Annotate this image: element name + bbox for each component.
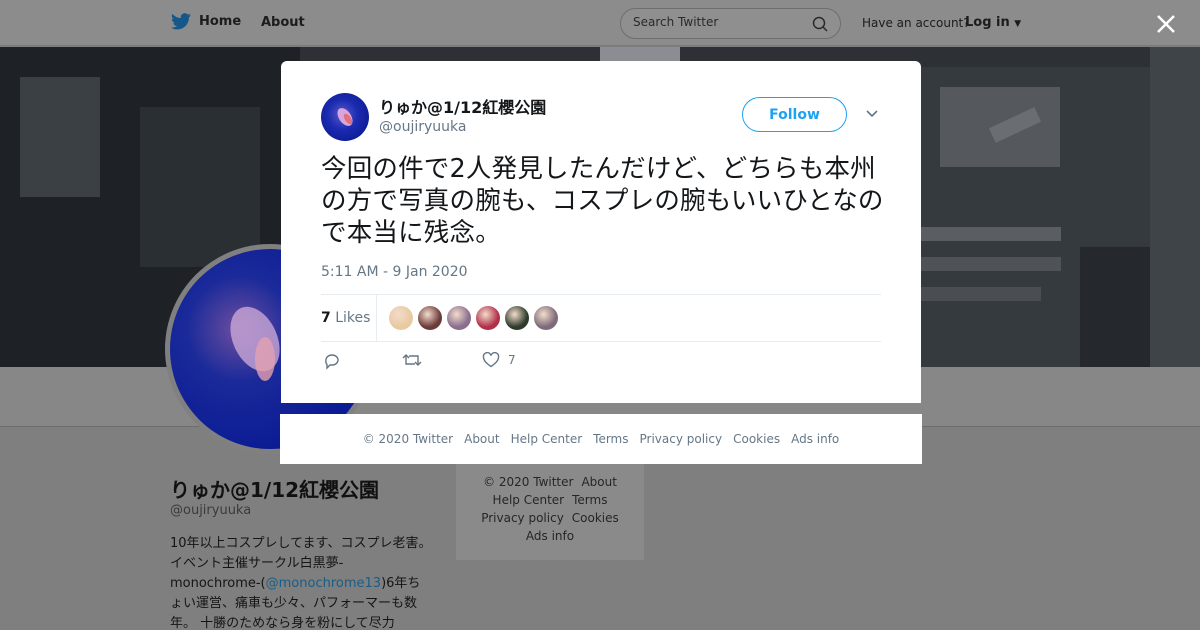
nav-home[interactable]: Home bbox=[171, 13, 241, 30]
footer-ads-link[interactable]: Ads info bbox=[791, 432, 839, 446]
likes-label: Likes bbox=[335, 310, 371, 326]
retweet-action[interactable] bbox=[402, 352, 422, 368]
liker-avatar[interactable] bbox=[534, 306, 558, 330]
likes-stat[interactable]: 7 Likes bbox=[321, 310, 370, 326]
footer-about-link[interactable]: About bbox=[464, 432, 499, 446]
likes-count: 7 bbox=[321, 310, 331, 326]
liker-avatar[interactable] bbox=[476, 306, 500, 330]
divider bbox=[321, 341, 881, 342]
like-action-count: 7 bbox=[508, 353, 516, 367]
footer-terms-link[interactable]: Terms bbox=[593, 432, 628, 446]
divider bbox=[321, 294, 881, 295]
bio-mention-link[interactable]: @monochrome13 bbox=[266, 576, 381, 591]
profile-handle: @oujiryuuka bbox=[170, 503, 252, 518]
account-prompt: Have an account? bbox=[862, 16, 970, 30]
sidebar-footer-privacy[interactable]: Privacy policy bbox=[481, 511, 564, 525]
sidebar-footer-cookies[interactable]: Cookies bbox=[572, 511, 619, 525]
liker-avatar[interactable] bbox=[447, 306, 471, 330]
top-navigation-bar: Home About Have an account? Log in ▼ bbox=[0, 0, 1200, 46]
login-label: Log in bbox=[965, 15, 1010, 30]
retweet-icon bbox=[402, 354, 422, 366]
profile-name: りゅか@1/12紅櫻公園 bbox=[170, 478, 380, 502]
nav-about[interactable]: About bbox=[261, 15, 305, 30]
chevron-down-icon: ▼ bbox=[1014, 19, 1022, 29]
sidebar-footer: © 2020 Twitter About Help Center Terms Pri… bbox=[456, 464, 644, 560]
tweet-modal: りゅか@1/12紅櫻公園 @oujiryuuka Follow 今回の件で2人発… bbox=[281, 61, 921, 403]
tweet-author-name[interactable]: りゅか@1/12紅櫻公園 bbox=[379, 94, 546, 118]
close-icon[interactable] bbox=[1154, 12, 1178, 36]
search-input[interactable] bbox=[633, 15, 803, 29]
divider bbox=[376, 295, 377, 341]
tweet-text: 今回の件で2人発見したんだけど、どちらも本州の方で写真の腕も、コスプレの腕もいい… bbox=[321, 154, 884, 248]
nav-home-label: Home bbox=[199, 14, 242, 29]
modal-footer: © 2020 Twitter About Help Center Terms P… bbox=[280, 414, 922, 464]
tweet-author-avatar[interactable] bbox=[321, 93, 369, 141]
sidebar-footer-copyright: © 2020 Twitter bbox=[483, 475, 574, 489]
reply-icon bbox=[325, 354, 339, 370]
reply-action[interactable] bbox=[323, 352, 341, 370]
heart-icon bbox=[482, 352, 500, 368]
sidebar-footer-about[interactable]: About bbox=[581, 475, 616, 489]
tweet-author-handle[interactable]: @oujiryuuka bbox=[379, 119, 466, 135]
sidebar-footer-terms[interactable]: Terms bbox=[572, 493, 607, 507]
footer-help-link[interactable]: Help Center bbox=[511, 432, 583, 446]
footer-cookies-link[interactable]: Cookies bbox=[733, 432, 780, 446]
search-box[interactable] bbox=[620, 8, 841, 39]
tweet-timestamp[interactable]: 5:11 AM - 9 Jan 2020 bbox=[321, 264, 468, 280]
like-action[interactable]: 7 bbox=[482, 352, 516, 368]
login-link[interactable]: Log in ▼ bbox=[965, 15, 1021, 30]
liker-avatar[interactable] bbox=[505, 306, 529, 330]
follow-button[interactable]: Follow bbox=[742, 97, 847, 132]
sidebar-footer-ads[interactable]: Ads info bbox=[526, 529, 574, 543]
liker-avatar[interactable] bbox=[418, 306, 442, 330]
twitter-bird-icon bbox=[171, 13, 191, 30]
liker-avatar[interactable] bbox=[389, 306, 413, 330]
chevron-down-icon[interactable] bbox=[865, 109, 879, 119]
sidebar-footer-help[interactable]: Help Center bbox=[493, 493, 565, 507]
footer-copyright: © 2020 Twitter bbox=[362, 432, 454, 446]
footer-privacy-link[interactable]: Privacy policy bbox=[640, 432, 723, 446]
profile-bio: 10年以上コスプレしてます、コスプレ老害。 イベント主催サークル白黒夢-mono… bbox=[170, 534, 432, 630]
search-icon[interactable] bbox=[812, 16, 828, 32]
